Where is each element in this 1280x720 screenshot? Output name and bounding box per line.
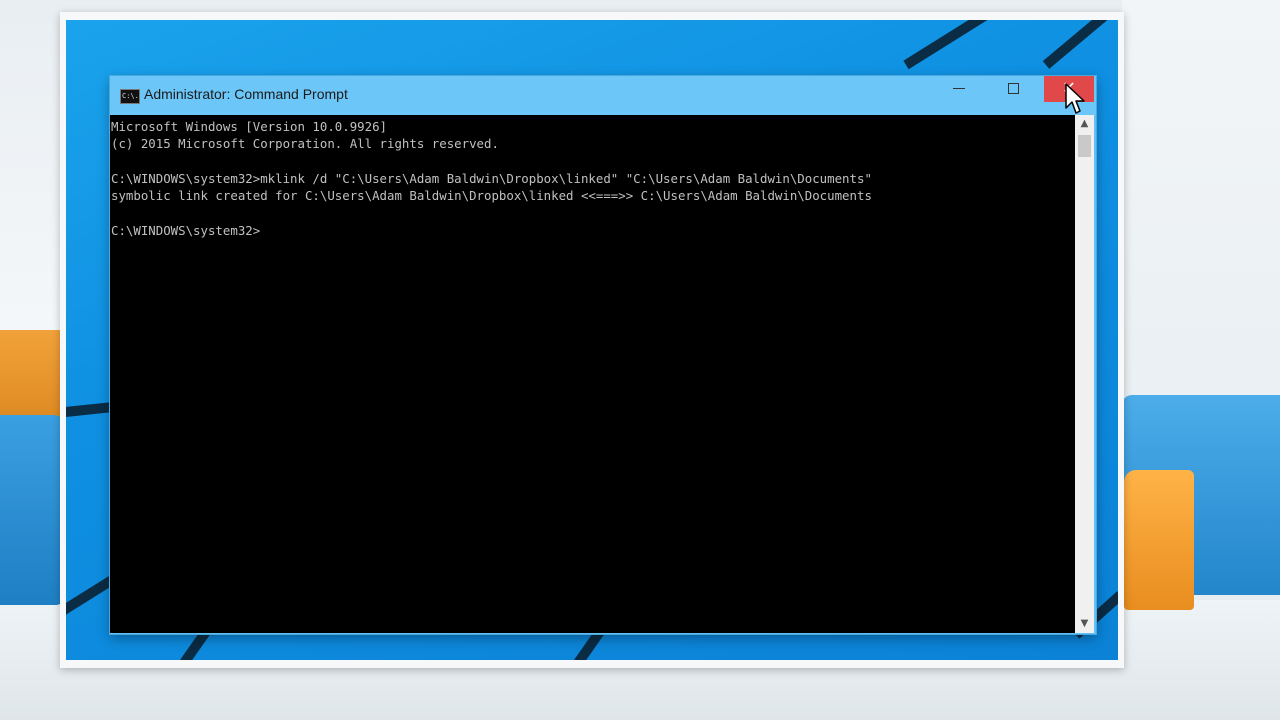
- minimize-button[interactable]: [936, 76, 982, 102]
- scroll-up-arrow-icon[interactable]: ▲: [1075, 115, 1094, 133]
- maximize-icon: [1008, 83, 1019, 94]
- mouse-pointer-icon: [1065, 83, 1085, 114]
- title-bar[interactable]: C:\. Administrator: Command Prompt ✕: [110, 76, 1096, 115]
- console-line: C:\WINDOWS\system32>mklink /d "C:\Users\…: [111, 170, 872, 186]
- vertical-scrollbar[interactable]: ▲ ▼: [1075, 115, 1094, 633]
- wallpaper-stripe: [903, 20, 1045, 70]
- blue-chair-left: [0, 415, 64, 605]
- cmd-icon[interactable]: C:\.: [120, 89, 140, 104]
- console-line: symbolic link created for C:\Users\Adam …: [111, 188, 872, 204]
- window-title: Administrator: Command Prompt: [144, 86, 348, 102]
- wallpaper-stripe: [1042, 20, 1118, 69]
- console-prompt[interactable]: C:\WINDOWS\system32>: [111, 222, 1075, 239]
- maximize-button[interactable]: [992, 76, 1038, 102]
- scroll-thumb[interactable]: [1078, 135, 1091, 157]
- console-line: Microsoft Windows [Version 10.0.9926]: [111, 119, 388, 134]
- desktop: C:\. Administrator: Command Prompt ✕ Mic…: [66, 20, 1118, 660]
- orange-chair-right: [1124, 470, 1194, 610]
- console-line: (c) 2015 Microsoft Corporation. All righ…: [111, 136, 499, 152]
- console-text[interactable]: Microsoft Windows [Version 10.0.9926] (c)…: [110, 115, 1075, 239]
- orange-chair-left: [0, 330, 64, 420]
- scroll-down-arrow-icon[interactable]: ▼: [1075, 615, 1094, 633]
- command-prompt-window[interactable]: C:\. Administrator: Command Prompt ✕ Mic…: [110, 76, 1096, 634]
- minimize-icon: [953, 88, 965, 89]
- console-output[interactable]: Microsoft Windows [Version 10.0.9926] (c)…: [110, 115, 1075, 633]
